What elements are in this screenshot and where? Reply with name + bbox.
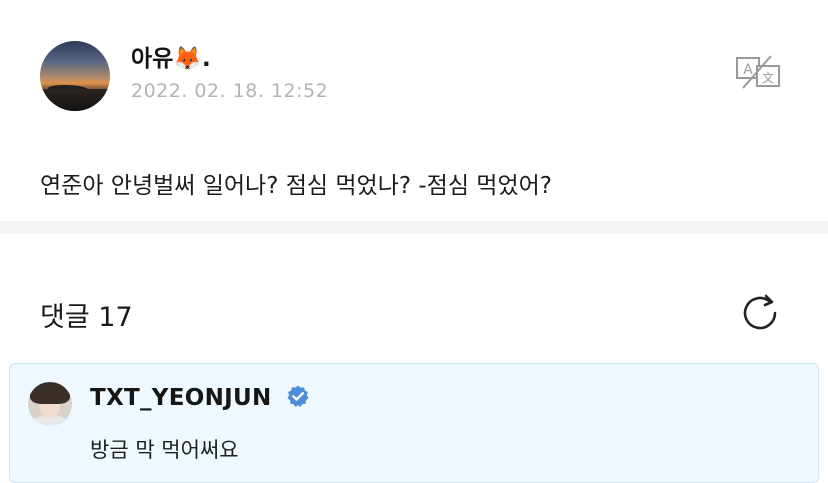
refresh-button[interactable] [738,291,782,335]
comment-count-label: 댓글 17 [40,302,133,333]
refresh-icon [743,294,777,330]
comment-text: 방금 막 먹어써요 [90,438,239,462]
svg-text:A: A [743,62,753,78]
author-avatar[interactable] [40,41,110,111]
svg-text:文: 文 [762,70,774,85]
translate-button[interactable]: A 文 [733,54,787,90]
section-divider [0,221,828,234]
commenter-name[interactable]: TXT_YEONJUN [90,384,310,411]
post-header: 아유🦊. 2022. 02. 18. 12:52 A 文 [0,0,828,140]
post-timestamp: 2022. 02. 18. 12:52 [131,80,329,102]
comments-header: 댓글 17 [0,234,828,362]
verified-badge-icon [287,385,309,407]
translate-icon: A 文 [736,55,780,89]
comment-card[interactable]: TXT_YEONJUN 방금 막 먹어써요 [9,363,819,483]
author-name[interactable]: 아유🦊. [131,39,211,73]
commenter-avatar[interactable] [28,382,72,426]
commenter-name-text: TXT_YEONJUN [90,385,272,411]
avatar-hair [30,382,70,404]
avatar-horizon [40,89,110,111]
post-body-text: 연준아 안녕벌써 일어나? 점심 먹었나? -점심 먹었어? [40,173,552,199]
